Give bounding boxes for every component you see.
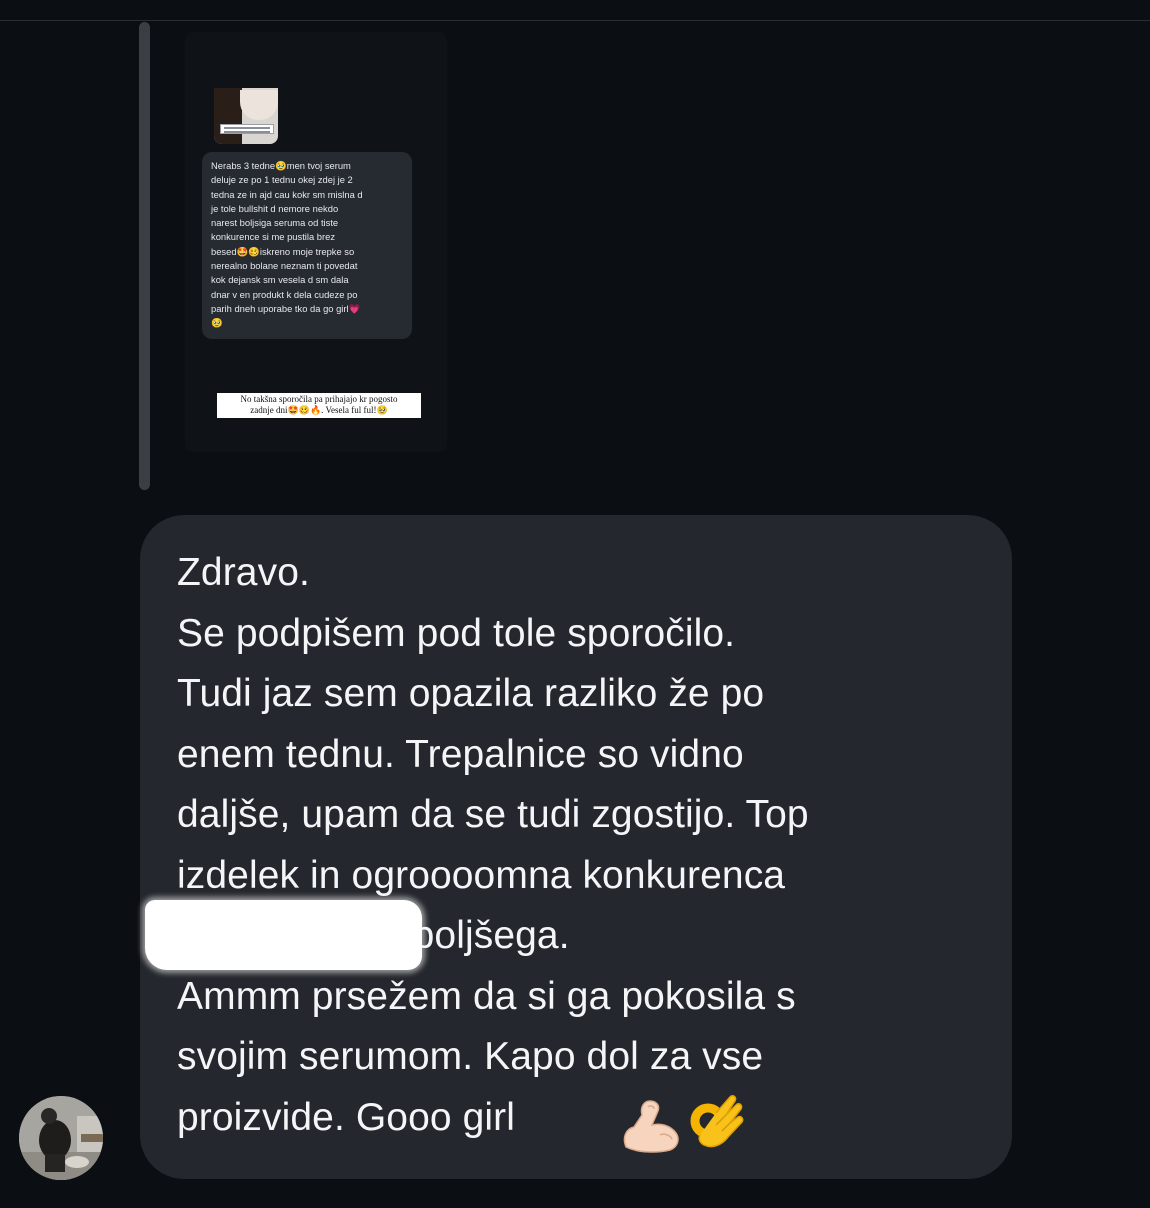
quoted-message-bubble: Nerabs 3 tedne🥹men tvoj serum deluje ze … <box>202 152 412 339</box>
story-reply-preview[interactable]: Nerabs 3 tedne🥹men tvoj serum deluje ze … <box>185 32 447 452</box>
message-text: Zdravo. Se podpišem pod tole sporočilo. … <box>177 551 809 1139</box>
ok-hand-icon <box>690 1095 744 1148</box>
story-caption: No takšna sporočila pa prihajajo kr pogo… <box>217 393 421 418</box>
redaction-mark <box>145 900 422 970</box>
story-thumbnail[interactable] <box>214 88 278 144</box>
top-divider <box>0 20 1150 21</box>
reply-indicator-bar <box>139 22 150 490</box>
sender-avatar[interactable] <box>19 1096 103 1180</box>
avatar-photo-icon <box>19 1096 103 1180</box>
message-bubble[interactable]: Zdravo. Se podpišem pod tole sporočilo. … <box>140 515 1012 1179</box>
flexed-biceps-icon <box>623 1100 679 1153</box>
quoted-message-text: Nerabs 3 tedne🥹men tvoj serum deluje ze … <box>211 160 363 329</box>
